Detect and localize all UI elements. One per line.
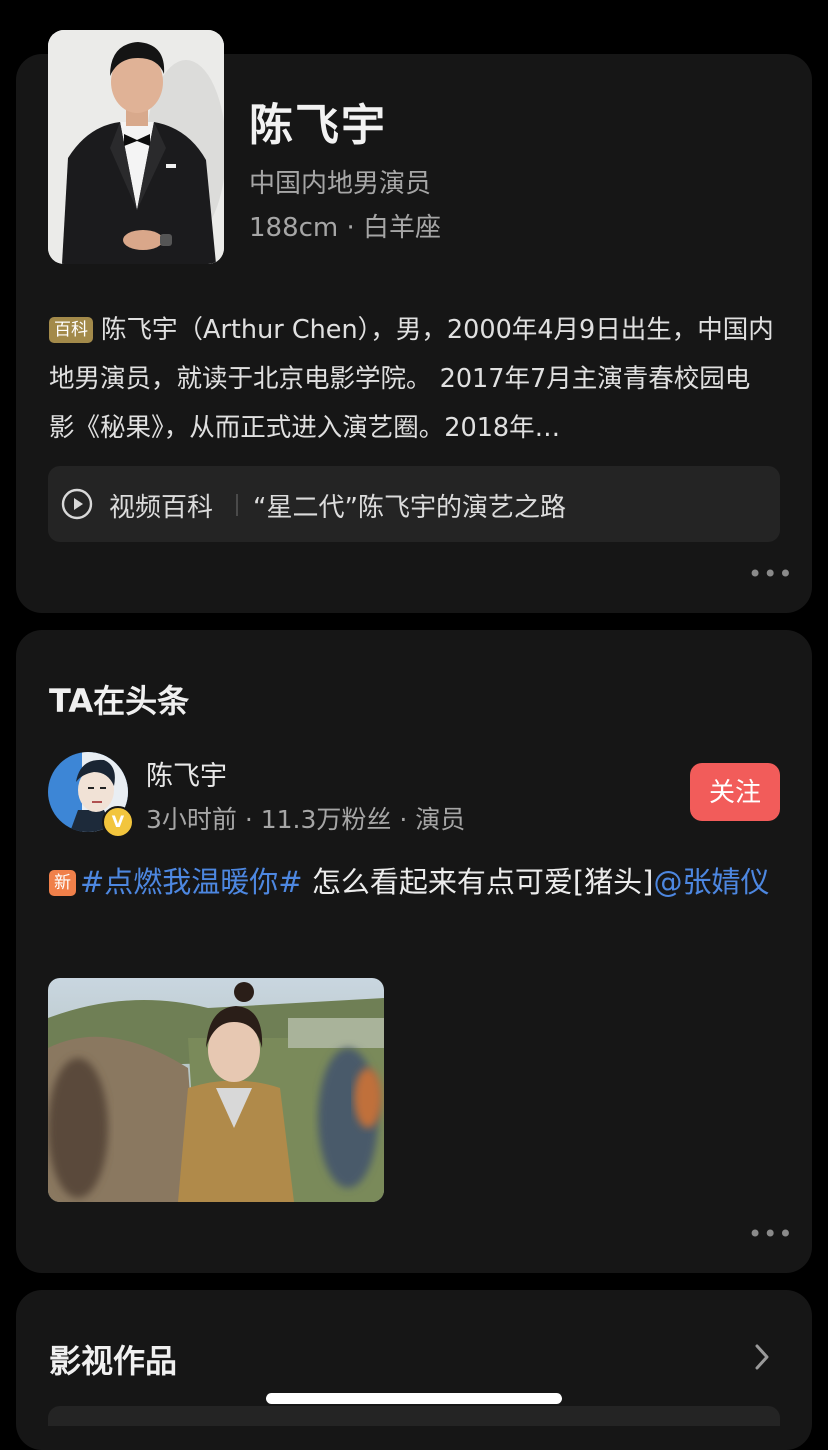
new-tag: 新 — [49, 870, 76, 896]
verified-badge-icon: V — [102, 806, 134, 838]
section-title: TA在头条 — [49, 682, 190, 720]
profile-subtitle: 中国内地男演员 — [249, 169, 432, 199]
video-baike-label: 视频百科 — [109, 493, 214, 523]
video-baike-bar[interactable]: 视频百科 “星二代”陈飞宇的演艺之路 — [48, 466, 780, 542]
profile-more-icon[interactable]: ••• — [748, 562, 793, 586]
baike-tag: 百科 — [49, 317, 93, 343]
video-baike-title: “星二代”陈飞宇的演艺之路 — [253, 493, 566, 523]
follow-button[interactable]: 关注 — [690, 763, 780, 821]
mention-link[interactable]: @张婧仪 — [653, 865, 769, 899]
profile-meta: 188cm · 白羊座 — [249, 213, 442, 243]
home-indicator[interactable] — [266, 1393, 562, 1404]
author-meta: 3小时前 · 11.3万粉丝 · 演员 — [146, 805, 466, 834]
works-title[interactable]: 影视作品 — [49, 1336, 177, 1382]
play-circle-icon — [61, 488, 93, 520]
post-body: 怎么看起来有点可爱[猪头] — [302, 865, 654, 899]
chevron-right-icon[interactable] — [752, 1342, 772, 1372]
post-more-icon[interactable]: ••• — [748, 1222, 793, 1246]
profile-bio[interactable]: 百科 陈飞宇（Arthur Chen），男，2000年4月9日出生，中国内地男演员… — [49, 306, 775, 453]
hashtag-link[interactable]: #点燃我温暖你# — [80, 865, 303, 899]
works-item-strip — [48, 1406, 780, 1426]
divider — [236, 494, 238, 516]
bio-text: 陈飞宇（Arthur Chen），男，2000年4月9日出生，中国内地男演员，就… — [49, 315, 774, 443]
profile-name: 陈飞宇 — [249, 100, 387, 151]
post-image[interactable] — [48, 978, 384, 1202]
post-text[interactable]: 新 #点燃我温暖你# 怎么看起来有点可爱[猪头]@张婧仪 — [49, 858, 779, 906]
profile-photo[interactable] — [48, 30, 224, 264]
author-name[interactable]: 陈飞宇 — [146, 754, 227, 793]
